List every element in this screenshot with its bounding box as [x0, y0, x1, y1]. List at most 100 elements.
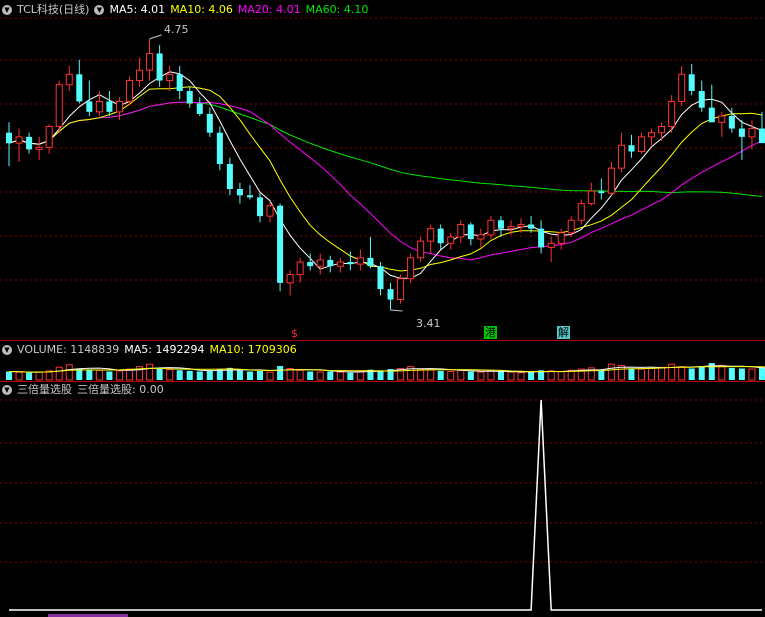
- candle-up: [296, 261, 304, 276]
- ma10-line: [8, 86, 763, 272]
- indicator-chart[interactable]: [0, 382, 765, 617]
- candle-up: [55, 84, 63, 127]
- volume-bar-down: [256, 370, 264, 380]
- indicator-line: [9, 399, 762, 611]
- chevron-down-icon[interactable]: ▼: [2, 385, 12, 395]
- volume-bar-up: [95, 369, 103, 381]
- volume-bar-up: [517, 372, 525, 381]
- volume-ma5-label: MA5: 1492294: [124, 343, 205, 356]
- volume-bar-up: [648, 367, 656, 381]
- candle-down: [738, 128, 745, 137]
- candle-up: [115, 100, 123, 113]
- volume-bar-up: [296, 369, 304, 381]
- candle-up: [447, 236, 455, 244]
- candle-up: [477, 234, 485, 240]
- high-price-label: 4.75: [164, 23, 189, 36]
- volume-bar-down: [628, 368, 635, 380]
- volume-bar-down: [688, 368, 695, 380]
- candle-up: [356, 257, 364, 265]
- chevron-down-icon[interactable]: ▼: [2, 345, 12, 355]
- volume-bar-up: [115, 370, 123, 381]
- candle-down: [246, 195, 253, 198]
- candle-up: [668, 100, 676, 127]
- volume-bar-up: [607, 363, 615, 381]
- candle-up: [45, 125, 53, 148]
- candle-down: [277, 205, 284, 283]
- volume-bar-up: [487, 370, 495, 381]
- candle-up: [407, 257, 415, 280]
- candle-up: [487, 219, 495, 236]
- volume-bar-down: [467, 371, 474, 380]
- candle-down: [728, 116, 735, 129]
- volume-bar-up: [457, 369, 465, 381]
- volume-bar-up: [447, 371, 455, 381]
- volume-bar-up: [417, 368, 425, 381]
- candle-down: [226, 163, 233, 190]
- event-marker-unlock[interactable]: 解: [557, 326, 570, 339]
- volume-bar-up: [637, 368, 646, 381]
- candle-up: [517, 223, 525, 228]
- volume-bar-up: [668, 363, 676, 381]
- candle-up: [547, 242, 555, 248]
- candle-up: [146, 52, 154, 71]
- volume-bar-up: [15, 371, 23, 381]
- candle-up: [678, 73, 686, 102]
- volume-bar-up: [336, 371, 344, 381]
- volume-bar-up: [266, 371, 274, 381]
- candle-down: [437, 228, 444, 244]
- candle-up: [567, 219, 575, 234]
- event-marker-hk[interactable]: 港: [484, 326, 497, 339]
- price-panel: ▼ TCL科技(日线) ▼ MA5: 4.01 MA10: 4.06 MA20: 4.01…: [0, 0, 765, 340]
- candle-down: [538, 228, 545, 248]
- volume-bar-down: [106, 371, 113, 380]
- chevron-down-icon[interactable]: ▼: [2, 5, 12, 15]
- candle-down: [708, 107, 715, 123]
- volume-bar-down: [307, 371, 314, 380]
- candlestick-chart[interactable]: [0, 0, 765, 340]
- volume-bar-down: [196, 371, 203, 380]
- volume-bar-down: [698, 366, 705, 380]
- low-price-label: 3.41: [416, 317, 441, 330]
- candle-up: [557, 232, 565, 244]
- candle-down: [387, 289, 394, 300]
- volume-bar-up: [557, 371, 565, 381]
- candle-up: [718, 115, 726, 123]
- volume-bar-up: [166, 369, 174, 381]
- volume-bar-down: [598, 369, 605, 380]
- volume-bar-down: [156, 368, 163, 380]
- volume-bar-up: [55, 366, 63, 381]
- volume-bar-down: [176, 370, 183, 380]
- candle-up: [507, 226, 515, 230]
- candle-up: [637, 136, 646, 152]
- candle-up: [417, 240, 425, 259]
- candle-up: [35, 146, 43, 150]
- ma20-label: MA20: 4.01: [237, 3, 301, 16]
- volume-label: VOLUME: 1148839: [17, 343, 120, 356]
- volume-bar-up: [678, 366, 686, 381]
- event-marker-dollar[interactable]: $: [291, 327, 298, 340]
- volume-bar-down: [738, 368, 745, 380]
- volume-bar-up: [748, 368, 756, 381]
- volume-bar-up: [547, 370, 555, 381]
- candle-up: [286, 274, 294, 284]
- volume-bar-down: [327, 371, 334, 380]
- candle-down: [688, 74, 695, 91]
- candle-down: [367, 257, 374, 267]
- candle-up: [748, 128, 756, 138]
- candle-down: [186, 90, 193, 104]
- candle-down: [497, 220, 504, 229]
- volume-bar-up: [35, 371, 43, 381]
- chevron-down-icon[interactable]: ▼: [94, 5, 105, 15]
- volume-bar-up: [427, 369, 435, 381]
- volume-bar-down: [728, 367, 735, 380]
- candle-up: [166, 73, 174, 82]
- candle-down: [76, 74, 83, 102]
- indicator-panel: ▼ 三倍量选股 三倍量选股: 0.00: [0, 382, 765, 617]
- candle-up: [15, 136, 23, 144]
- candle-down: [176, 74, 183, 91]
- candle-down: [467, 224, 474, 240]
- indicator-title: 三倍量选股: [17, 383, 72, 396]
- high-pointer: [149, 34, 162, 40]
- candle-up: [648, 132, 656, 138]
- candle-up: [427, 228, 435, 242]
